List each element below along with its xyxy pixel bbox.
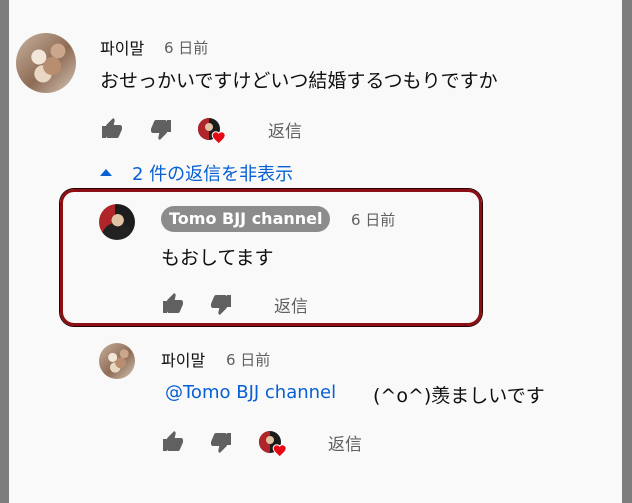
reply-button[interactable]: 返信 [328, 430, 362, 455]
dislike-icon[interactable] [208, 430, 234, 454]
caret-up-icon [100, 169, 112, 176]
creator-heart-icon [259, 431, 287, 458]
right-frame-gap [618, 0, 622, 503]
reply2-text: (^o^)羡ましいです [373, 385, 545, 407]
reply1-avatar[interactable] [99, 204, 135, 240]
reply-button[interactable]: 返信 [268, 117, 302, 142]
reply1-text: もおしてます [161, 247, 274, 269]
mention-link[interactable]: @Tomo BJJ channel [165, 382, 336, 403]
comment-author[interactable]: 파이말 [100, 35, 144, 59]
reply2-time[interactable]: 6 日前 [226, 349, 270, 370]
hide-replies-label: 2 件の返信を非表示 [132, 164, 294, 185]
like-icon[interactable] [99, 117, 125, 141]
right-frame-border [622, 0, 632, 503]
channel-owner-badge[interactable]: Tomo BJJ channel [161, 206, 331, 232]
creator-heart-icon [198, 118, 226, 145]
comment-time[interactable]: 6 日前 [164, 37, 208, 58]
reply-button[interactable]: 返信 [274, 292, 308, 317]
dislike-icon[interactable] [148, 117, 174, 141]
reply2-avatar[interactable] [99, 343, 135, 379]
hide-replies-toggle[interactable]: 2 件の返信を非表示 [96, 160, 336, 186]
dislike-icon[interactable] [208, 292, 234, 316]
reply1-time[interactable]: 6 日前 [351, 209, 395, 230]
like-icon[interactable] [160, 430, 186, 454]
reply2-author[interactable]: 파이말 [161, 347, 205, 371]
like-icon[interactable] [160, 292, 186, 316]
commenter-avatar[interactable] [16, 33, 76, 93]
comment-text: おせっかいですけどいつ結婚するつもりですか [100, 70, 498, 92]
left-frame-border [0, 0, 9, 503]
